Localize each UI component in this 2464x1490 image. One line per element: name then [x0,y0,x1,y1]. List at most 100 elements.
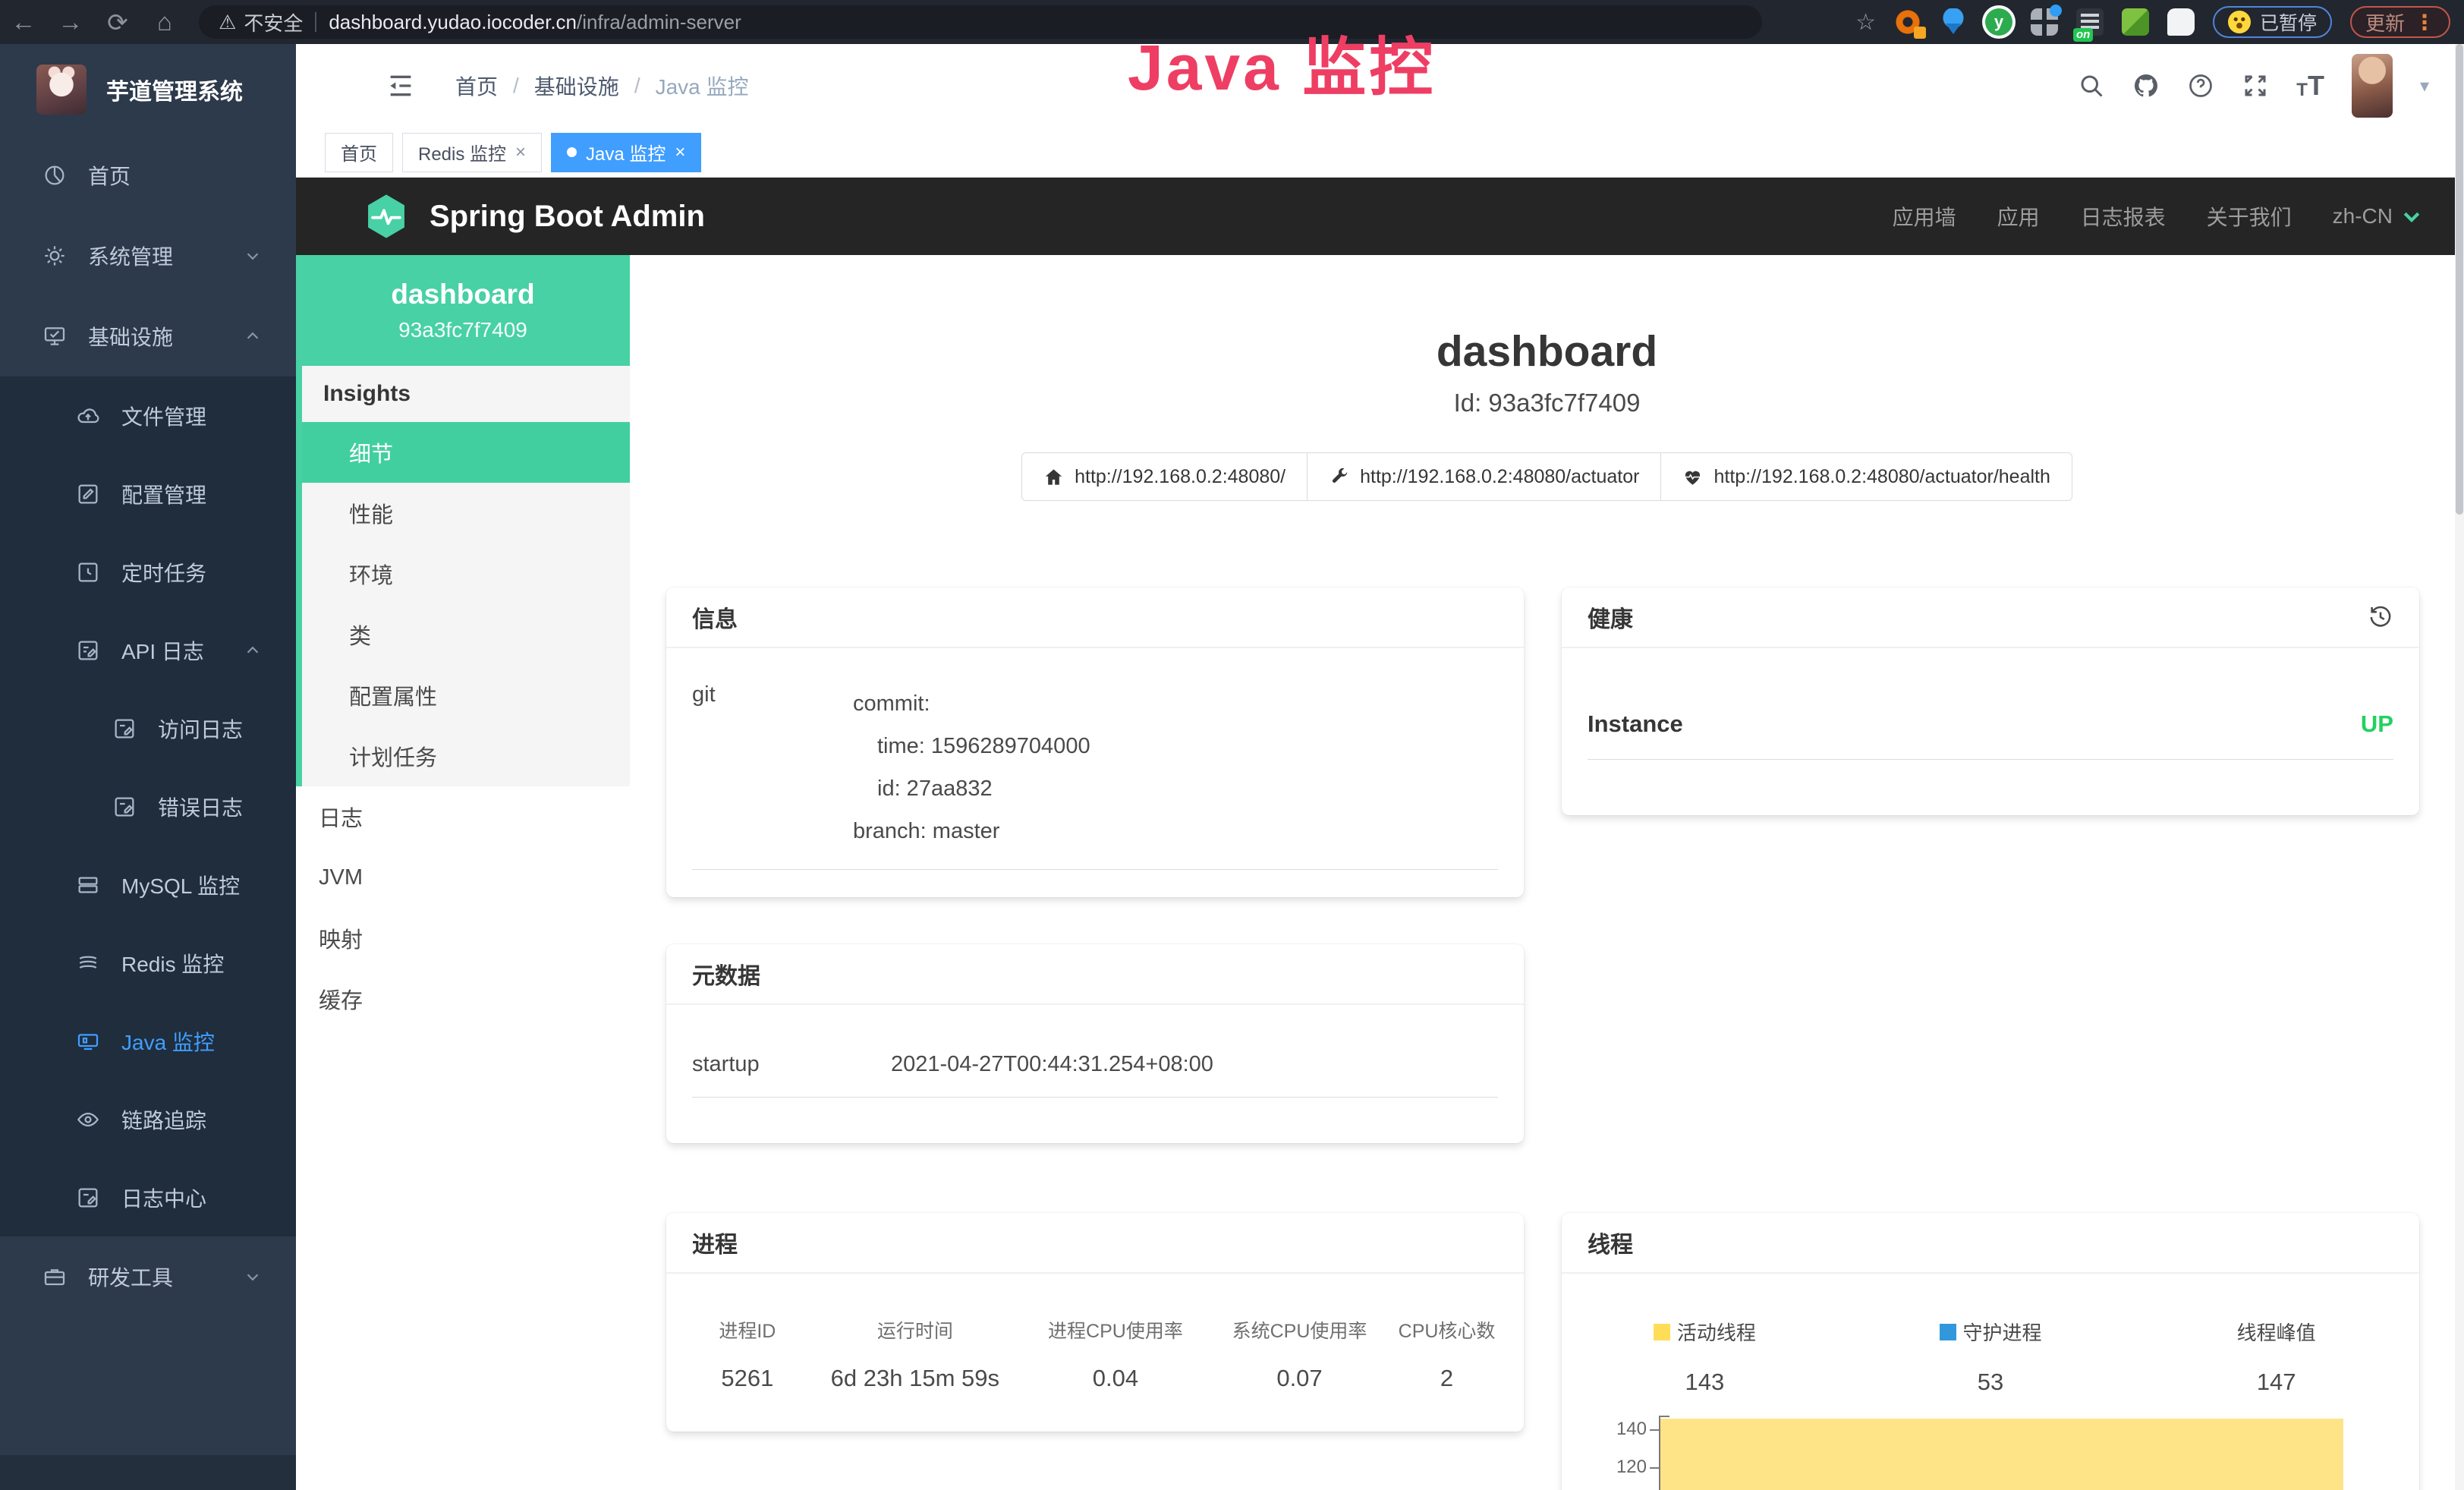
avatar-caret-icon[interactable]: ▾ [2420,75,2429,97]
address-bar[interactable]: ⚠ 不安全 dashboard.yudao.iocoder.cn/infra/a… [199,5,1762,39]
update-button[interactable]: 更新 ⋮ [2350,6,2450,38]
instance-title: dashboard [630,326,2464,376]
browser-home-icon[interactable]: ⌂ [141,8,188,36]
sba-item-jvm[interactable]: JVM [296,847,630,908]
fullscreen-icon[interactable] [2242,72,2269,99]
extension-green-icon[interactable] [2122,8,2149,36]
extension-list-icon[interactable]: on [2076,8,2104,36]
help-icon[interactable] [2187,72,2214,99]
chevron-down-icon [243,246,263,266]
col-cpu-cores: CPU核心数 [1389,1316,1504,1344]
col-system-cpu: 系统CPU使用率 [1210,1316,1389,1344]
user-avatar[interactable] [2352,54,2393,118]
legend-blue-swatch[interactable] [1940,1324,1956,1340]
status-badge: UP [2361,710,2393,738]
locale-select[interactable]: zh-CN [2333,204,2423,228]
sidebar-item-home[interactable]: 首页 [0,135,296,216]
health-instance-row: Instance UP [1588,710,2393,760]
info-git-row: git commit: time: 1596289704000 id: 27aa… [692,682,1498,870]
security-label[interactable]: 不安全 [244,8,303,36]
clock-square-icon [76,560,100,584]
service-url-button[interactable]: http://192.168.0.2:48080/ [1021,452,1308,501]
sba-item-configprops[interactable]: 配置属性 [302,665,630,726]
address-separator [315,12,316,32]
sidebar-item-label: 研发工具 [88,1262,173,1292]
actuator-url-button[interactable]: http://192.168.0.2:48080/actuator [1307,452,1661,501]
git-id-line: id: 27aa832 [853,767,1498,810]
nav-about[interactable]: 关于我们 [2207,201,2292,232]
browser-back-icon[interactable]: ← [0,8,47,36]
tab-redis[interactable]: Redis 监控 × [402,133,542,172]
nav-journal[interactable]: 日志报表 [2081,201,2166,232]
sba-instance-header[interactable]: dashboard 93a3fc7f7409 [296,255,630,366]
bookmark-star-icon[interactable]: ☆ [1855,9,1876,36]
instance-subtitle: Id: 93a3fc7f7409 [630,389,2464,417]
col-process-cpu: 进程CPU使用率 [1021,1316,1210,1344]
extension-pin-icon[interactable] [1940,8,1967,36]
sba-item-scheduled[interactable]: 计划任务 [302,726,630,786]
nav-applications[interactable]: 应用 [1997,201,2040,232]
sba-item-classes[interactable]: 类 [302,604,630,665]
breadcrumb-separator: / [634,74,640,98]
url-text[interactable]: dashboard.yudao.iocoder.cn/infra/admin-s… [329,11,741,34]
github-icon[interactable] [2132,72,2160,99]
sba-brand[interactable]: Spring Boot Admin [361,191,705,241]
legend-yellow-swatch[interactable] [1654,1324,1670,1340]
sidebar-item-log-center[interactable]: 日志中心 [0,1158,296,1236]
instance-links: http://192.168.0.2:48080/ http://192.168… [630,452,2464,501]
sidebar-item-file[interactable]: 文件管理 [0,376,296,455]
close-icon[interactable]: × [675,142,685,163]
sidebar-item-java-active[interactable]: Java 监控 [0,1002,296,1080]
sba-nav-links: 应用墙 应用 日志报表 关于我们 zh-CN [1893,201,2464,232]
health-url-button[interactable]: http://192.168.0.2:48080/actuator/health [1660,452,2072,501]
sba-item-metrics[interactable]: 性能 [302,483,630,543]
legend-live-label[interactable]: 活动线程 [1677,1318,1756,1346]
sidebar-item-infra[interactable]: 基础设施 [0,296,296,376]
tab-home[interactable]: 首页 [325,133,393,172]
sidebar-item-api-log[interactable]: API 日志 [0,611,296,689]
sidebar-item-system[interactable]: 系统管理 [0,216,296,296]
sidebar-item-label: 日志中心 [121,1183,206,1213]
extension-icon-1[interactable] [1894,8,1921,36]
sidebar-item-config[interactable]: 配置管理 [0,455,296,533]
sidebar-item-error-log[interactable]: 错误日志 [0,767,296,846]
chevron-up-icon [243,326,263,346]
tab-java-active[interactable]: Java 监控 × [551,133,701,172]
browser-menu-kebab-icon[interactable]: ⋮ [2414,10,2435,35]
page-scrollbar[interactable] [2455,44,2464,1490]
collapse-sidebar-icon[interactable] [385,71,416,101]
nav-wallboard[interactable]: 应用墙 [1893,201,1956,232]
dashboard-icon [42,163,67,187]
paused-badge[interactable]: 已暂停 [2213,6,2332,38]
legend-daemon-label[interactable]: 守护进程 [1963,1318,2042,1346]
breadcrumb-home[interactable]: 首页 [455,71,498,101]
sba-item-details-active[interactable]: 细节 [302,422,630,483]
close-icon[interactable]: × [515,142,526,163]
extension-grid-icon[interactable] [2031,8,2058,36]
search-icon[interactable] [2078,72,2105,99]
sidebar-item-access-log[interactable]: 访问日志 [0,689,296,767]
app-logo-row[interactable]: 芋道管理系统 [0,44,296,135]
browser-forward-icon[interactable]: → [47,8,94,36]
browser-reload-icon[interactable]: ⟳ [94,8,141,37]
sidebar-item-mysql[interactable]: MySQL 监控 [0,846,296,924]
sidebar-item-redis[interactable]: Redis 监控 [0,924,296,1002]
ytick-140: 140 [1616,1419,1647,1440]
sidebar-item-label: 访问日志 [158,713,243,744]
sba-item-caches[interactable]: 缓存 [296,969,630,1029]
extension-y-icon[interactable]: y [1985,8,2012,36]
font-size-icon[interactable]: TT [2296,72,2324,99]
info-card-title: 信息 [666,587,1524,648]
sidebar-item-trace[interactable]: 链路追踪 [0,1080,296,1158]
sidebar-item-label: 基础设施 [88,321,173,351]
sba-item-logs[interactable]: 日志 [296,786,630,847]
sidebar-item-dev-tools[interactable]: 研发工具 [0,1236,296,1317]
extensions-puzzle-icon[interactable] [2167,8,2195,36]
scrollbar-thumb[interactable] [2456,44,2463,515]
breadcrumb-infra[interactable]: 基础设施 [534,71,619,101]
sba-item-mappings[interactable]: 映射 [296,908,630,969]
sidebar-item-job[interactable]: 定时任务 [0,533,296,611]
history-icon[interactable] [2368,604,2393,630]
sba-item-env[interactable]: 环境 [302,543,630,604]
tick-mark [1650,1467,1659,1469]
